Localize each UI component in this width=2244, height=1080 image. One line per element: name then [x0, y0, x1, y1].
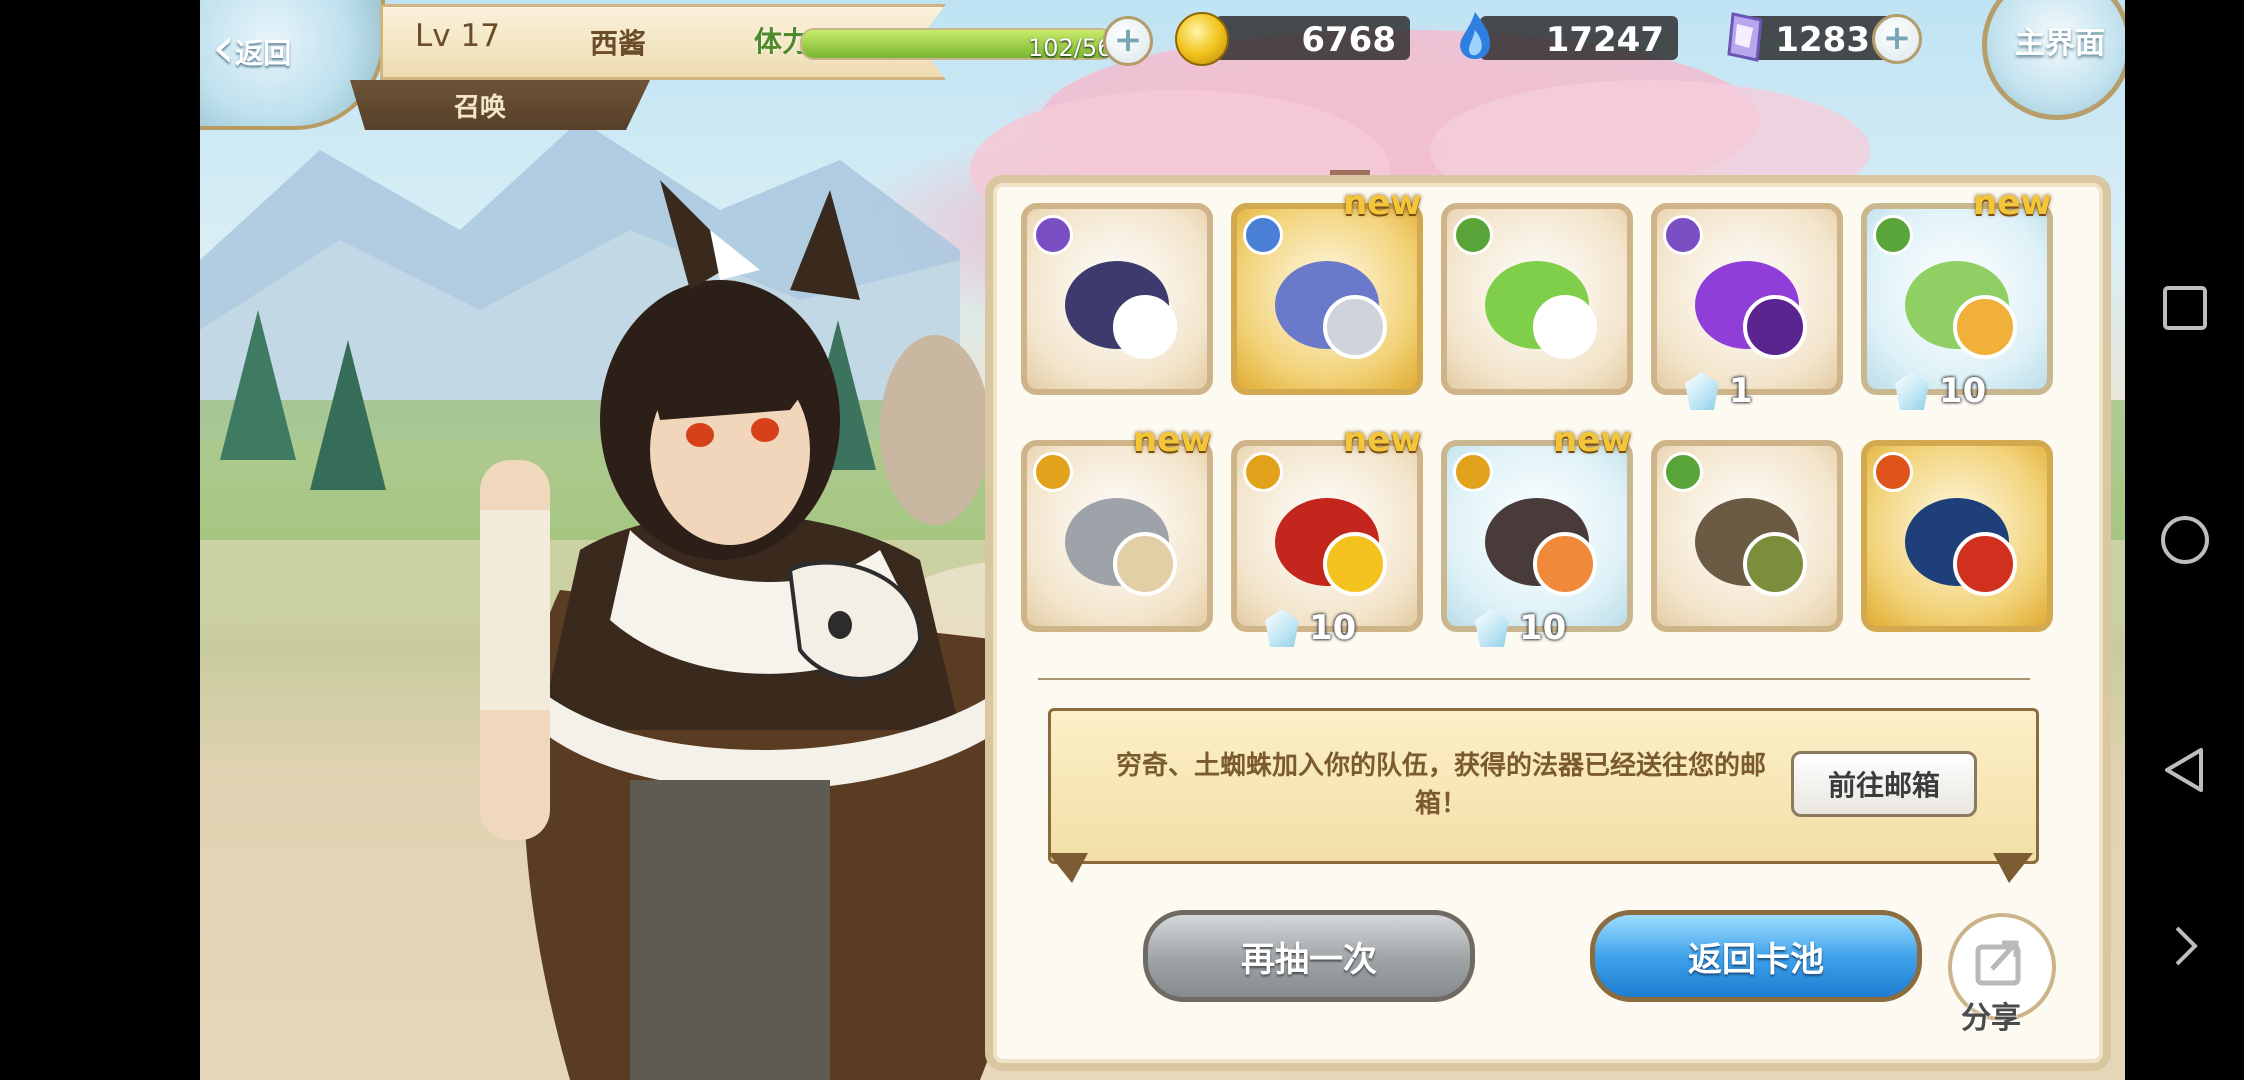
- result-message: 穷奇、土蜘蛛加入你的队伍，获得的法器已经送往您的邮箱！: [1115, 751, 1766, 819]
- gold-value: 6768: [1301, 20, 1396, 60]
- screen-tag: 召唤: [350, 80, 650, 130]
- summon-result-item[interactable]: [1651, 203, 1843, 395]
- game-screen: ‹ 返回 Lv 17 西酱 召唤 体力 102/56 + 6768 17247 …: [200, 0, 2125, 1080]
- share-label: 分享: [1961, 1001, 2021, 1036]
- gold-counter: 6768: [1215, 16, 1410, 60]
- item-quantity: 10: [1895, 371, 1986, 411]
- blue-flame-icon: [1460, 12, 1491, 59]
- red-amulet-icon: [1275, 498, 1387, 596]
- new-tag: new: [1973, 183, 2052, 223]
- summon-result-item[interactable]: [1651, 440, 1843, 632]
- chevron-left-icon: ‹: [212, 13, 236, 81]
- item-quantity: 10: [1475, 608, 1566, 648]
- stamina-value: 102/56: [1028, 34, 1113, 62]
- recent-apps-icon[interactable]: [2157, 280, 2213, 336]
- back-icon[interactable]: [2157, 742, 2213, 798]
- summon-result-item[interactable]: [1231, 203, 1423, 395]
- item-quantity: 1: [1685, 371, 1753, 411]
- soul-gem-icon: [1685, 372, 1719, 410]
- summon-result-item[interactable]: [1021, 440, 1213, 632]
- new-tag: new: [1343, 420, 1422, 460]
- winged-ring-icon: [1485, 498, 1597, 596]
- pine-tree: [220, 310, 296, 460]
- quantity-value: 10: [1519, 608, 1567, 648]
- hero-white-hair-banner-icon: [1905, 498, 2017, 596]
- soul-counter: 17247: [1480, 16, 1678, 60]
- hero-dark-haired-glasses-icon: [1065, 261, 1177, 359]
- summon-result-item[interactable]: [1441, 203, 1633, 395]
- summon-result-item[interactable]: [1021, 203, 1213, 395]
- home-icon[interactable]: [2157, 512, 2213, 568]
- summon-result-panel: new 1 new 10 new new 10 new 10 穷奇、土蜘蛛加入你的队伍，获得的法…: [985, 175, 2111, 1071]
- soul-value: 17247: [1545, 20, 1664, 60]
- player-level: Lv 17: [415, 18, 500, 54]
- chevron-right-icon[interactable]: [2157, 918, 2213, 974]
- scroll-end: [1993, 853, 2033, 883]
- add-stamina-button[interactable]: +: [1103, 16, 1153, 66]
- back-label: 返回: [235, 37, 292, 70]
- crystal-icon: [1727, 12, 1763, 62]
- draw-again-button[interactable]: 再抽一次: [1143, 910, 1475, 1002]
- add-crystal-button[interactable]: +: [1872, 14, 1922, 64]
- back-to-pool-button[interactable]: 返回卡池: [1590, 910, 1922, 1002]
- player-name: 西酱: [590, 27, 647, 60]
- soul-gem-icon: [1475, 609, 1509, 647]
- quantity-value: 10: [1309, 608, 1357, 648]
- new-tag: new: [1343, 183, 1422, 223]
- scroll-end: [1048, 853, 1088, 883]
- summon-result-item[interactable]: [1861, 440, 2053, 632]
- soul-gem-icon: [1265, 609, 1299, 647]
- summon-result-item[interactable]: [1441, 440, 1633, 632]
- summon-result-item[interactable]: [1231, 440, 1423, 632]
- home-label: 主界面: [2015, 26, 2105, 61]
- stamina-meter: 体力 102/56: [740, 12, 1160, 68]
- sword-blue-cloud-icon: [1275, 261, 1387, 359]
- quantity-value: 10: [1939, 371, 1987, 411]
- go-to-mailbox-button[interactable]: 前往邮箱: [1791, 751, 1977, 817]
- divider: [1038, 678, 2030, 680]
- message-scroll: 穷奇、土蜘蛛加入你的队伍，获得的法器已经送往您的邮箱！ 前往邮箱: [1048, 708, 2039, 864]
- summon-result-item[interactable]: [1861, 203, 2053, 395]
- new-tag: new: [1133, 420, 1212, 460]
- screen-tag-label: 召唤: [453, 92, 506, 123]
- crystal-value: 1283: [1775, 20, 1870, 60]
- quantity-value: 1: [1729, 371, 1753, 411]
- purple-gourd-icon: [1695, 261, 1807, 359]
- new-tag: new: [1553, 420, 1632, 460]
- item-quantity: 10: [1265, 608, 1356, 648]
- hero-green-hair-icon: [1485, 261, 1597, 359]
- android-nav-bar: [2125, 0, 2244, 1080]
- hero-brown-hair-rake-icon: [1695, 498, 1807, 596]
- gold-coin-icon: [1175, 12, 1229, 66]
- dagger-icon: [1065, 498, 1177, 596]
- leaf-earring-icon: [1905, 261, 2017, 359]
- soul-gem-icon: [1895, 372, 1929, 410]
